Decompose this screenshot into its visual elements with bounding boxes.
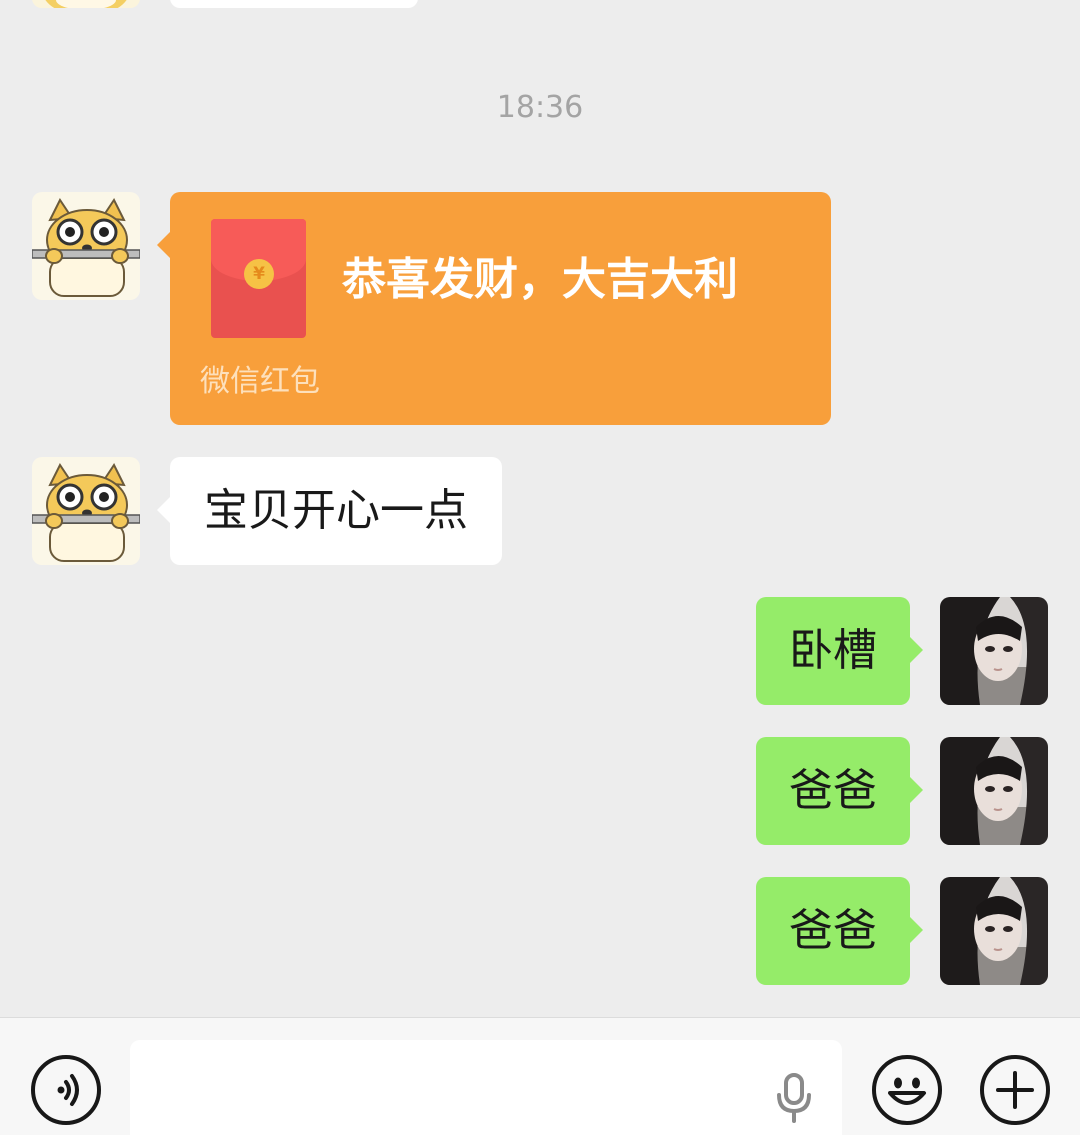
red-envelope-icon: ¥	[211, 219, 306, 338]
input-bar	[0, 1017, 1080, 1135]
message-timestamp: 18:36	[496, 90, 584, 125]
red-packet-card[interactable]: ¥ 恭喜发财，大吉大利 微信红包	[157, 192, 831, 425]
message-bubble[interactable]: 宝贝开心一点	[157, 457, 502, 565]
outgoing-message-bubble[interactable]: 爸爸	[756, 737, 923, 845]
sender-avatar[interactable]	[32, 192, 140, 300]
outgoing-message-bubble[interactable]: 卧槽	[756, 597, 923, 705]
my-avatar[interactable]	[940, 877, 1048, 985]
red-packet-label: 微信红包	[200, 364, 320, 399]
sender-avatar[interactable]	[32, 0, 140, 8]
red-packet-title: 恭喜发财，大吉大利	[342, 254, 738, 305]
coin-icon: ¥	[244, 259, 274, 289]
chat-screen: 18:36 ¥ 恭喜发财，大吉大利 微信红包 宝贝开心一点 卧槽 爸爸 爸爸	[0, 0, 1080, 1135]
message-text: 卧槽	[789, 625, 877, 676]
voice-mode-icon[interactable]	[31, 1055, 101, 1125]
message-text: 爸爸	[789, 905, 877, 956]
message-text: 宝贝开心一点	[204, 485, 468, 536]
my-avatar[interactable]	[940, 737, 1048, 845]
emoji-smile-icon[interactable]	[872, 1055, 942, 1125]
message-bubble[interactable]	[170, 0, 418, 8]
message-input[interactable]	[130, 1040, 842, 1135]
plus-icon[interactable]	[980, 1055, 1050, 1125]
microphone-icon[interactable]	[774, 1073, 814, 1123]
my-avatar[interactable]	[940, 597, 1048, 705]
outgoing-message-bubble[interactable]: 爸爸	[756, 877, 923, 985]
sender-avatar[interactable]	[32, 457, 140, 565]
message-text: 爸爸	[789, 765, 877, 816]
